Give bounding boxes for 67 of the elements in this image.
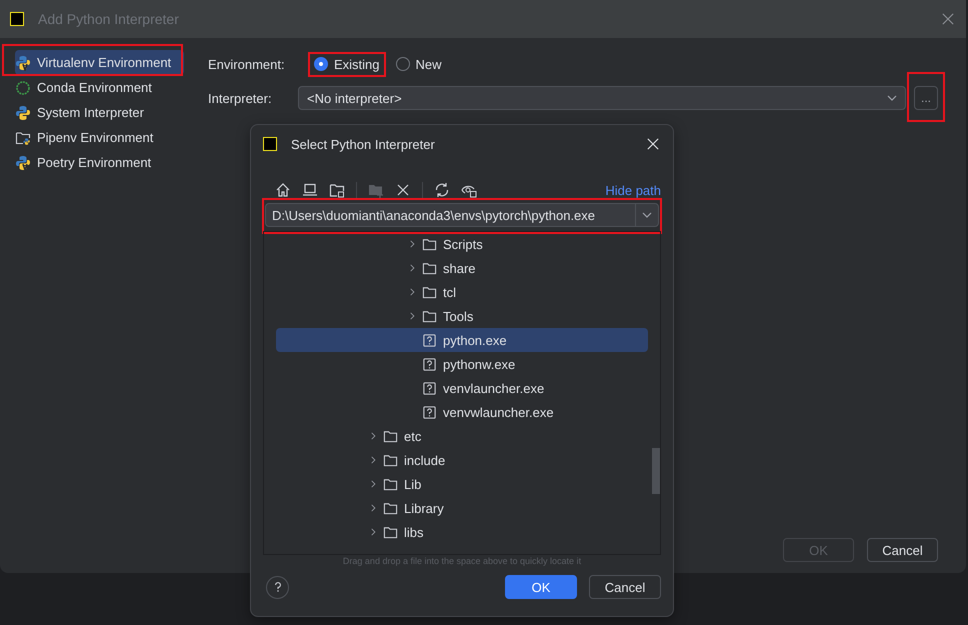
- folder-icon: [422, 308, 437, 324]
- path-field[interactable]: D:\Users\duomianti\anaconda3\envs\pytorch\python.exe: [265, 203, 659, 227]
- sidebar-item[interactable]: Virtualenv Environment: [15, 50, 184, 75]
- help-button[interactable]: [266, 576, 289, 598]
- radio-option[interactable]: New: [390, 52, 448, 76]
- python-logo-icon: [15, 54, 31, 70]
- folder-icon: [422, 236, 437, 252]
- radio-label: New: [416, 56, 442, 72]
- tree-item[interactable]: python.exe: [276, 328, 648, 352]
- radio-option[interactable]: Existing: [308, 52, 386, 76]
- interpreter-dropdown[interactable]: <No interpreter>: [298, 86, 906, 110]
- app-logo-icon: [10, 12, 24, 26]
- python-logo-icon: [15, 154, 31, 170]
- folder-icon: [383, 476, 398, 492]
- tree-item[interactable]: share: [276, 256, 648, 280]
- tree-item[interactable]: Tools: [276, 304, 648, 328]
- radio-button[interactable]: [396, 57, 410, 71]
- folder-icon: [383, 500, 398, 516]
- folder-icon: [422, 260, 437, 276]
- sidebar-item[interactable]: Pipenv Environment: [15, 125, 184, 150]
- question-mark-icon: [274, 581, 282, 593]
- chevron-down-icon: [887, 95, 897, 101]
- tree-item[interactable]: pythonw.exe: [276, 352, 648, 376]
- tree-item[interactable]: Lib: [276, 472, 648, 496]
- folder-icon: [422, 284, 437, 300]
- scrollbar-thumb[interactable]: [652, 448, 660, 494]
- delete-icon[interactable]: [395, 182, 411, 198]
- tree-item[interactable]: libs: [276, 520, 648, 544]
- sidebar-item[interactable]: Conda Environment: [15, 75, 184, 100]
- tree-item[interactable]: etc: [276, 424, 648, 448]
- dialog-button[interactable]: OK: [505, 575, 577, 599]
- desktop-icon[interactable]: [302, 182, 318, 198]
- dialog-button[interactable]: Cancel: [867, 538, 938, 562]
- hide-path-link[interactable]: Hide path: [605, 182, 661, 198]
- unknown-file-icon: [422, 356, 437, 372]
- python-logo-icon: [15, 104, 31, 120]
- dropdown-value: <No interpreter>: [307, 90, 403, 106]
- folder-icon: [383, 524, 398, 540]
- unknown-file-icon: [422, 332, 437, 348]
- dialog-title: Select Python Interpreter: [291, 136, 436, 152]
- tree-item[interactable]: venvlauncher.exe: [276, 376, 648, 400]
- dialog-button[interactable]: Cancel: [589, 575, 661, 599]
- app-logo-icon: [263, 137, 277, 151]
- radio-label: Existing: [334, 56, 380, 72]
- sidebar-item[interactable]: Poetry Environment: [15, 150, 184, 175]
- unknown-file-icon: [422, 380, 437, 396]
- folder-python-icon: [15, 130, 31, 146]
- tree-item[interactable]: Scripts: [276, 232, 648, 256]
- folder-icon[interactable]: [329, 182, 345, 198]
- chevron-down-icon: [642, 212, 652, 218]
- path-text: D:\Users\duomianti\anaconda3\envs\pytorch\python.exe: [272, 208, 596, 222]
- interpreter-label: Interpreter:: [208, 90, 273, 106]
- tree-item[interactable]: Library: [276, 496, 648, 520]
- unknown-file-icon: [422, 404, 437, 420]
- sidebar-item[interactable]: System Interpreter: [15, 100, 184, 125]
- tree-item[interactable]: venvwlauncher.exe: [276, 400, 648, 424]
- window-title: Add Python Interpreter: [38, 11, 180, 27]
- refresh-icon[interactable]: [434, 182, 450, 198]
- ring-icon: [15, 80, 31, 96]
- home-icon[interactable]: [275, 182, 291, 198]
- browse-button[interactable]: ...: [914, 86, 938, 110]
- folder-icon: [383, 452, 398, 468]
- tree-item[interactable]: include: [276, 448, 648, 472]
- radio-button[interactable]: [314, 57, 328, 71]
- tree-item[interactable]: tcl: [276, 280, 648, 304]
- folder-icon: [383, 428, 398, 444]
- environment-label: Environment:: [208, 56, 286, 72]
